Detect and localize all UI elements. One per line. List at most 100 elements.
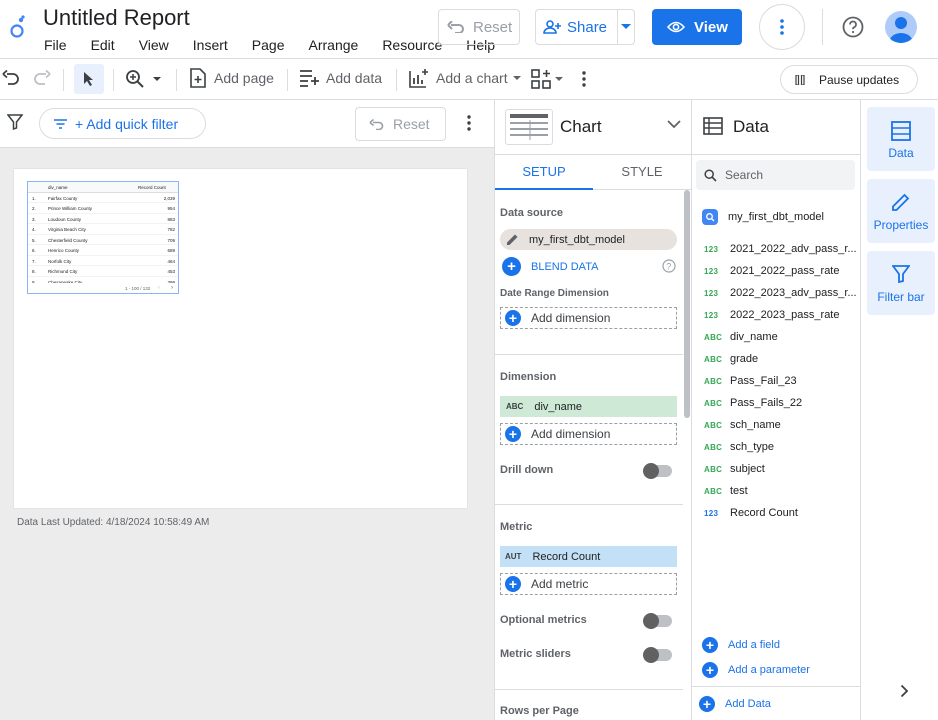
redo-button[interactable] [33,70,51,86]
menu-page[interactable]: Page [252,37,285,53]
filter-more-icon[interactable] [467,115,471,131]
menu-resource[interactable]: Resource [382,37,442,53]
field-type-icon: 123 [704,266,719,276]
field-item[interactable]: ABC Pass_Fails_22 [704,397,802,409]
field-name: 2021_2022_adv_pass_r... [730,243,857,255]
view-button[interactable]: View [652,9,742,45]
field-item[interactable]: ABC Pass_Fail_23 [704,375,797,387]
report-page[interactable]: div_name Record Count 1. Fairfax County 2,… [14,169,467,508]
looker-studio-logo[interactable] [9,14,29,40]
table-icon [703,117,723,135]
pager-prev-icon[interactable]: ‹ [158,285,160,291]
data-source-item[interactable]: my_first_dbt_model [702,209,824,225]
table-icon [891,121,911,141]
add-dimension-label: Add dimension [531,427,611,441]
rail-data-button[interactable]: Data [867,107,935,171]
table-header-metric[interactable]: Record Count [138,185,166,190]
field-item[interactable]: 123 2021_2022_adv_pass_r... [704,243,857,255]
panel-scrollbar[interactable] [684,190,690,418]
chevron-down-icon[interactable] [667,120,681,129]
field-name: Record Count [730,507,798,519]
add-field-button[interactable]: + Add a field [702,637,780,653]
blend-data-button[interactable]: + BLEND DATA [502,257,598,276]
chevron-right-icon[interactable] [900,684,909,698]
dimension-chip[interactable]: ABC div_name [500,396,677,417]
tab-style[interactable]: STYLE [593,155,691,190]
menu-view[interactable]: View [139,37,169,53]
report-canvas[interactable]: div_name Record Count 1. Fairfax County 2,… [0,148,494,720]
select-tool-button[interactable] [74,64,104,94]
add-control-button[interactable] [531,69,563,89]
field-item[interactable]: ABC test [704,485,748,497]
menu-edit[interactable]: Edit [91,37,115,53]
pencil-icon[interactable] [506,233,519,246]
divider [495,504,683,505]
field-item[interactable]: ABC div_name [704,331,778,343]
field-item[interactable]: ABC sch_name [704,419,781,431]
row-value: 782 [167,227,175,232]
eye-icon [667,21,685,33]
search-field[interactable]: Search [696,160,855,190]
metric-chip[interactable]: AUT Record Count [500,546,677,567]
add-chart-button[interactable]: Add a chart [409,68,521,88]
toolbar-more-icon[interactable] [582,71,586,87]
metric-sliders-toggle[interactable] [643,647,672,663]
rail-properties-button[interactable]: Properties [867,179,935,243]
field-item[interactable]: 123 2022_2023_adv_pass_r... [704,287,857,299]
add-data-button[interactable]: Add data [299,68,382,88]
help-circle-icon[interactable]: ? [662,259,676,273]
table-row: 6. Henrico County 689 [28,245,178,256]
table-chart-type-icon[interactable] [505,109,553,145]
tab-setup-label: SETUP [522,164,566,179]
add-quick-filter-label: + Add quick filter [75,115,179,132]
row-name: Richmond City [48,269,78,274]
pause-updates-button[interactable]: Pause updates [780,65,918,94]
field-item[interactable]: 123 2022_2023_pass_rate [704,309,839,321]
data-source-chip[interactable]: my_first_dbt_model [500,229,677,250]
zoom-button[interactable] [125,69,161,89]
share-button[interactable]: Share [535,9,635,45]
report-title[interactable]: Untitled Report [43,5,190,31]
dimension-heading: Dimension [500,371,557,383]
undo-button[interactable] [2,70,20,86]
row-value: 709 [167,237,175,243]
add-date-dimension-button[interactable]: + Add dimension [500,307,677,329]
field-item[interactable]: 123 2021_2022_pass_rate [704,265,839,277]
field-item[interactable]: ABC sch_type [704,441,774,453]
filter-reset-button[interactable]: Reset [355,107,446,141]
avatar[interactable] [885,11,917,43]
rail-filter-bar-button[interactable]: Filter bar [867,251,935,315]
drill-down-toggle[interactable] [643,463,672,479]
tab-setup[interactable]: SETUP [495,155,593,190]
table-row: 3. Loudoun County 883 [28,214,178,224]
menu-file[interactable]: File [44,37,67,53]
data-panel-title: Data [733,117,769,136]
pager-next-icon[interactable]: › [171,285,173,291]
add-data-link-button[interactable]: + Add Data [699,696,771,712]
add-metric-button[interactable]: + Add metric [500,573,677,595]
table-row: 5. Chesterfield County 709 [28,235,178,245]
filter-bar: + Add quick filter Reset [0,100,494,148]
view-label: View [694,18,728,36]
add-quick-filter-button[interactable]: + Add quick filter [39,108,206,139]
add-parameter-button[interactable]: + Add a parameter [702,662,810,678]
add-dimension-button[interactable]: + Add dimension [500,423,677,445]
table-header-dimension[interactable]: div_name [48,185,68,190]
field-item[interactable]: ABC grade [704,353,758,365]
menu-insert[interactable]: Insert [193,37,228,53]
field-type-icon: 123 [704,508,719,518]
share-label: Share [567,18,608,36]
more-options-button[interactable] [759,4,805,50]
optional-metrics-toggle[interactable] [643,613,672,629]
menu-arrange[interactable]: Arrange [309,37,359,53]
share-dropdown-icon[interactable] [621,24,631,29]
reset-button[interactable]: Reset [438,9,520,45]
add-page-button[interactable]: Add page [189,68,274,88]
filter-icon[interactable] [7,114,23,130]
field-name: test [730,485,748,497]
help-icon[interactable] [842,16,864,38]
table-chart[interactable]: div_name Record Count 1. Fairfax County 2,… [27,181,179,294]
field-item[interactable]: 123 Record Count [704,507,798,519]
field-item[interactable]: ABC subject [704,463,765,475]
dimension-name: div_name [534,400,583,413]
